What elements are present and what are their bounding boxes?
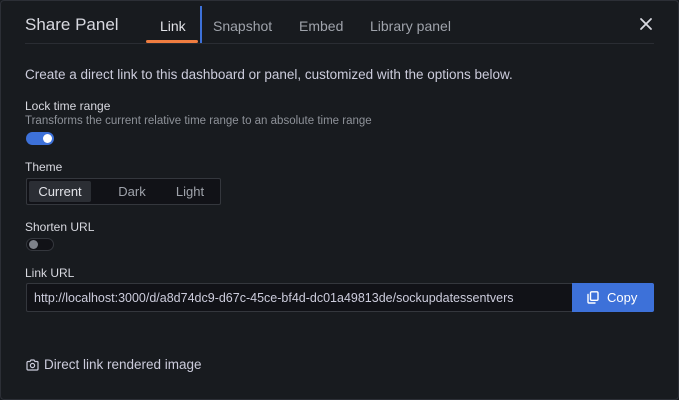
- link-url-value: http://localhost:3000/d/a8d74dc9-d67c-45…: [34, 291, 514, 305]
- tab-focus-divider: [200, 6, 202, 43]
- lock-time-range-description: Transforms the current relative time ran…: [25, 115, 372, 127]
- copy-button-label: Copy: [607, 290, 638, 305]
- theme-option-current[interactable]: Current: [29, 181, 91, 202]
- close-button[interactable]: [637, 15, 655, 33]
- modal-title: Share Panel: [25, 15, 119, 34]
- tab-library-panel[interactable]: Library panel: [370, 18, 451, 34]
- camera-icon: [26, 359, 39, 371]
- close-icon: [640, 18, 652, 30]
- intro-text: Create a direct link to this dashboard o…: [25, 67, 513, 82]
- copy-button[interactable]: Copy: [572, 283, 654, 312]
- theme-option-dark[interactable]: Dark: [103, 181, 161, 202]
- shorten-url-toggle[interactable]: [26, 238, 54, 251]
- tab-link[interactable]: Link: [160, 18, 186, 34]
- theme-option-light[interactable]: Light: [161, 181, 219, 202]
- toggle-knob: [43, 134, 52, 143]
- copy-icon: [587, 291, 599, 304]
- link-url-label: Link URL: [25, 266, 75, 280]
- direct-link-rendered-image-label: Direct link rendered image: [44, 357, 202, 372]
- header-divider: [25, 43, 654, 44]
- lock-time-range-toggle[interactable]: [26, 132, 54, 145]
- tab-embed[interactable]: Embed: [299, 18, 343, 34]
- shorten-url-label: Shorten URL: [25, 220, 95, 234]
- tab-snapshot[interactable]: Snapshot: [213, 18, 272, 34]
- share-panel-modal: Share Panel Link Snapshot Embed Library …: [0, 0, 679, 400]
- theme-label: Theme: [25, 160, 63, 174]
- modal-header: Share Panel Link Snapshot Embed Library …: [1, 1, 678, 44]
- link-url-input[interactable]: http://localhost:3000/d/a8d74dc9-d67c-45…: [26, 283, 572, 312]
- theme-selector: Current Dark Light: [26, 178, 221, 205]
- toggle-knob: [29, 240, 38, 249]
- lock-time-range-label: Lock time range: [25, 99, 111, 113]
